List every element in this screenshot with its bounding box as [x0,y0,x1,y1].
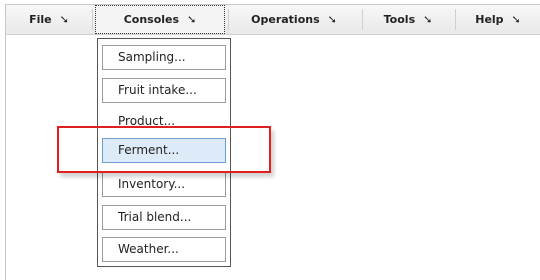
arrow-down-right-icon: ➘ [327,13,337,26]
menu-operations-label: Operations [251,13,320,26]
menu-item-trial-blend[interactable]: Trial blend... [102,205,226,230]
menu-item-inventory[interactable]: Inventory... [102,172,226,197]
menu-item-product[interactable]: Product... [102,109,226,134]
menu-item-weather[interactable]: Weather... [102,237,226,262]
menu-separator [92,9,93,30]
arrow-down-right-icon: ➘ [59,13,69,26]
window-frame [5,4,540,280]
menu-tools[interactable]: Tools ➘ [363,5,453,34]
menu-consoles[interactable]: Consoles ➘ [95,5,225,34]
menu-file-label: File [29,13,52,26]
menu-item-ferment[interactable]: Ferment... [102,138,226,163]
menu-operations[interactable]: Operations ➘ [229,5,359,34]
menu-item-sampling[interactable]: Sampling... [102,45,226,70]
menu-help-label: Help [475,13,504,26]
menu-bar: File ➘ Consoles ➘ Operations ➘ Tools ➘ H… [6,5,540,35]
arrow-down-right-icon: ➘ [511,13,521,26]
menu-tools-label: Tools [383,13,416,26]
arrow-down-right-icon: ➘ [423,13,433,26]
consoles-dropdown-menu: Sampling... Fruit intake... Product... F… [97,38,231,267]
menu-file[interactable]: File ➘ [6,5,92,34]
arrow-down-right-icon: ➘ [187,13,197,26]
menu-item-fruit-intake[interactable]: Fruit intake... [102,78,226,103]
menu-consoles-label: Consoles [123,13,180,26]
menu-help[interactable]: Help ➘ [456,5,540,34]
